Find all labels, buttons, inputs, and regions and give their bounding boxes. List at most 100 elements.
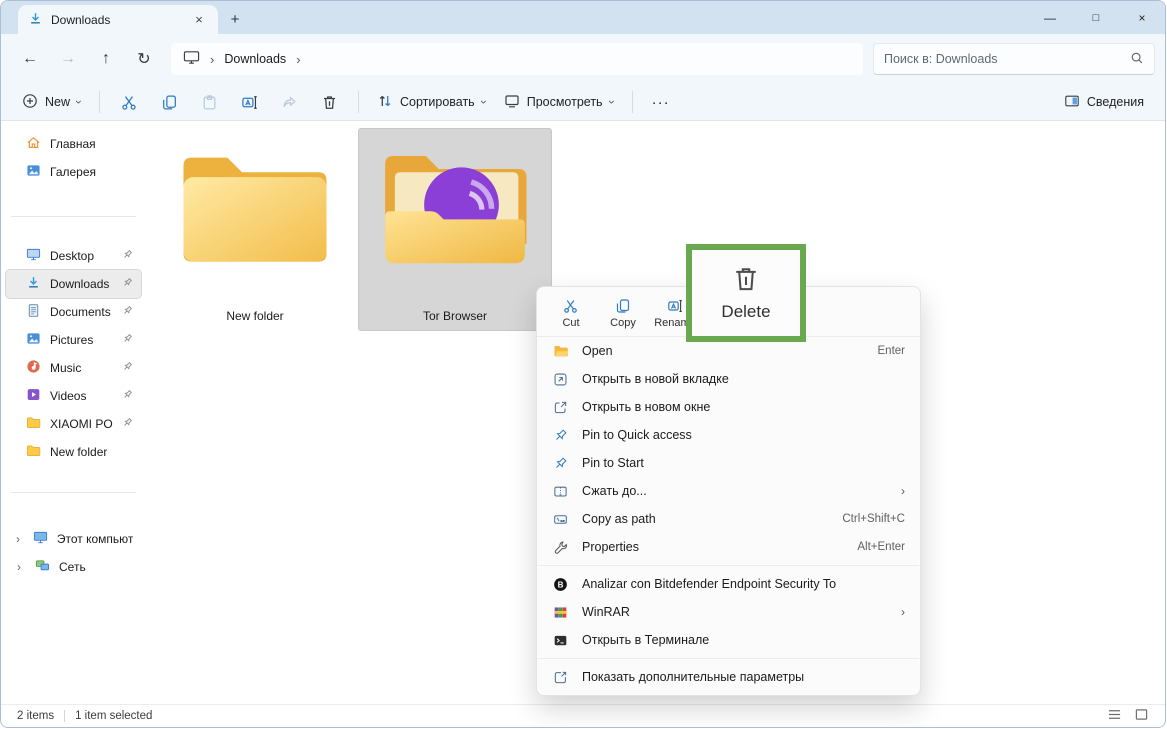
sort-button[interactable]: Сортировать › [368,87,495,117]
menu-item-show-more-options[interactable]: Показать дополнительные параметры [537,663,920,691]
view-icon [504,93,520,112]
refresh-button[interactable]: ↻ [125,42,163,76]
search-box[interactable] [873,43,1155,75]
see-more-button[interactable]: ··· [642,94,680,111]
toolbar-divider [99,91,100,113]
menu-item-pin-to-start[interactable]: Pin to Start [537,449,920,477]
sidebar-item-downloads[interactable]: Downloads [6,270,141,298]
new-button[interactable]: New › [13,87,90,117]
cut-button[interactable]: Cut [545,291,597,335]
breadcrumb-item-downloads[interactable]: Downloads [224,52,286,66]
sidebar-item-pictures[interactable]: Pictures [6,326,141,354]
sidebar-item-label: Desktop [50,249,94,263]
tor-browser-folder-icon [377,145,533,271]
menu-item-shortcut: Ctrl+Shift+C [842,513,905,525]
menu-item-label: Показать дополнительные параметры [582,670,804,684]
sidebar-item-network[interactable]: › Сеть [6,553,141,581]
breadcrumb-chevron-icon: › [296,52,300,67]
sidebar-item-label: Главная [50,137,96,151]
forward-button[interactable]: → [49,42,87,76]
expand-chevron-icon[interactable]: › [12,532,24,546]
paste-button[interactable] [189,87,229,117]
menu-separator [538,658,919,659]
sidebar-spacer [1,217,146,242]
pin-icon [122,333,133,347]
this-pc-icon [183,50,200,68]
menu-item-open-in-terminal[interactable]: Открыть в Терминале [537,626,920,654]
submenu-chevron-icon: › [901,605,905,619]
bitdefender-icon: B [552,576,569,593]
winrar-icon [552,604,569,621]
menu-item-compress-to[interactable]: Сжать до... › [537,477,920,505]
menu-item-label: Сжать до... [582,484,647,498]
sidebar-item-this-pc[interactable]: › Этот компьютер [6,525,141,553]
back-button[interactable]: ← [11,42,49,76]
delete-highlight-annotation[interactable]: Delete [686,244,806,342]
pictures-icon [26,331,41,349]
show-more-options-icon [552,669,569,686]
menu-item-open-in-new-window[interactable]: Открыть в новом окне [537,393,920,421]
sidebar-item-new-folder[interactable]: New folder [6,438,141,466]
cut-icon [563,298,579,314]
pin-icon [122,249,133,263]
close-button[interactable]: × [1119,1,1165,34]
menu-item-bitdefender-scan[interactable]: B Analizar con Bitdefender Endpoint Secu… [537,570,920,598]
documents-icon [26,303,41,321]
status-bar: 2 items 1 item selected [1,704,1165,727]
chevron-down-icon: › [72,100,86,104]
sidebar-item-gallery[interactable]: Галерея [6,158,141,186]
menu-item-label: Open [582,344,613,358]
minimize-button[interactable]: — [1027,1,1073,34]
new-plus-icon [22,93,38,112]
up-button[interactable]: ↑ [87,42,125,76]
view-button[interactable]: Просмотреть › [495,87,623,117]
rename-button[interactable] [229,87,269,117]
menu-item-label: Properties [582,540,639,554]
sidebar-item-documents[interactable]: Documents [6,298,141,326]
menu-item-copy-as-path[interactable]: Copy as path Ctrl+Shift+C [537,505,920,533]
sidebar-spacer [1,466,146,492]
downloads-icon [26,275,41,293]
search-icon [1130,51,1144,68]
maximize-button[interactable]: □ [1073,1,1119,34]
pin-icon [122,389,133,403]
sidebar: Главная Галерея Desktop [1,122,146,704]
large-thumbnails-view-toggle[interactable] [1134,708,1149,724]
sidebar-item-home[interactable]: Главная [6,130,141,158]
breadcrumb[interactable]: › Downloads › [171,43,863,75]
sidebar-item-xiaomi-poco[interactable]: XIAOMI POCO F [6,410,141,438]
submenu-chevron-icon: › [901,484,905,498]
sidebar-spacer [1,186,146,216]
sidebar-item-music[interactable]: Music [6,354,141,382]
new-tab-button[interactable]: + [218,5,252,34]
share-button[interactable] [269,87,309,117]
copy-button[interactable]: Copy [597,291,649,335]
cut-button[interactable] [109,87,149,117]
wrench-icon [552,539,569,556]
pin-icon [122,417,133,431]
file-tile-tor-browser[interactable]: Tor Browser [359,129,551,330]
home-icon [26,135,41,153]
sidebar-item-desktop[interactable]: Desktop [6,242,141,270]
file-name: Tor Browser [423,309,487,323]
copy-button[interactable] [149,87,189,117]
sidebar-item-label: Downloads [50,277,109,291]
menu-item-winrar[interactable]: WinRAR › [537,598,920,626]
menu-item-pin-to-quick-access[interactable]: Pin to Quick access [537,421,920,449]
sidebar-item-label: Этот компьютер [57,532,133,546]
delete-button[interactable] [309,87,349,117]
details-view-toggle[interactable] [1107,708,1122,724]
delete-icon [731,264,761,297]
details-pane-button[interactable]: Сведения [1055,87,1153,117]
tab-close-icon[interactable]: × [190,11,208,29]
tab-downloads[interactable]: Downloads × [18,5,218,34]
search-input[interactable] [884,52,1130,66]
gallery-icon [26,163,41,181]
expand-chevron-icon[interactable]: › [12,560,26,574]
menu-item-open-in-new-tab[interactable]: Открыть в новой вкладке [537,365,920,393]
downloads-icon [28,11,43,29]
menu-item-properties[interactable]: Properties Alt+Enter [537,533,920,561]
file-tile-new-folder[interactable]: New folder [159,129,351,330]
sidebar-item-videos[interactable]: Videos [6,382,141,410]
sort-icon [377,93,393,112]
